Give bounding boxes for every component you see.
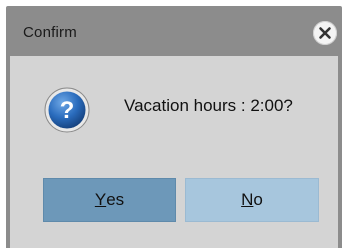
close-icon <box>319 27 331 39</box>
confirm-dialog: Confirm ? Vacation hours : 2:00? Y es N … <box>6 6 342 248</box>
no-button-mnemonic: N <box>241 190 254 209</box>
yes-button-label-rest: es <box>106 190 125 209</box>
no-button[interactable]: No <box>185 178 319 222</box>
dialog-title: Confirm <box>23 24 77 41</box>
yes-button[interactable]: Yes <box>43 178 176 222</box>
svg-text:?: ? <box>60 97 75 124</box>
no-button-label-rest: o <box>253 190 263 209</box>
yes-button-mnemonic: Y <box>94 190 107 209</box>
close-button[interactable] <box>313 21 337 45</box>
confirm-message: Vacation hours : 2:00? <box>124 96 293 115</box>
dialog-body: ? Vacation hours : 2:00? Yes No <box>10 56 338 248</box>
title-bar[interactable]: Confirm <box>6 6 342 56</box>
question-icon: ? <box>44 87 90 133</box>
